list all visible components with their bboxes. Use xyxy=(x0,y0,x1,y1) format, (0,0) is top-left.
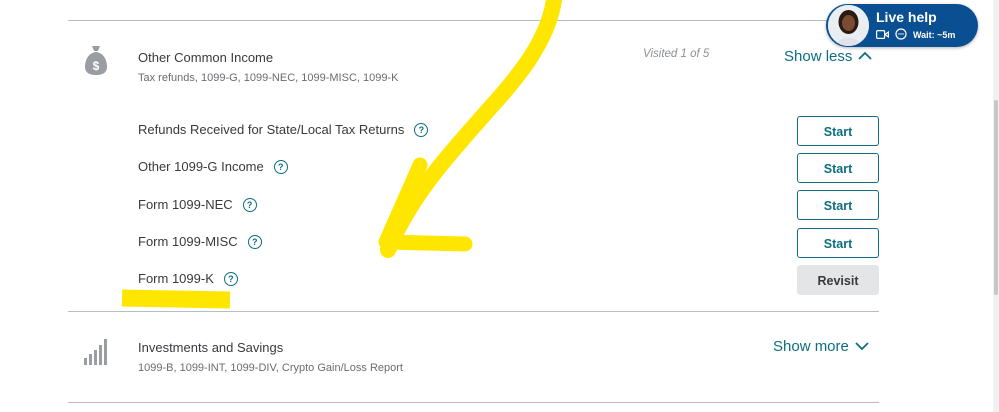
money-bag-icon: $ xyxy=(84,44,108,81)
chat-icon xyxy=(895,28,907,42)
scrollbar[interactable] xyxy=(993,0,999,412)
item-label: Form 1099-K xyxy=(138,271,214,286)
item-label: Other 1099-G Income xyxy=(138,159,264,174)
bottom-divider xyxy=(68,402,879,403)
start-button-1099-g[interactable]: Start xyxy=(797,153,879,183)
item-label: Refunds Received for State/Local Tax Ret… xyxy=(138,122,405,137)
item-label: Form 1099-NEC xyxy=(138,197,233,212)
live-help-wait: Wait: ~5m xyxy=(913,30,956,40)
live-help-title: Live help xyxy=(876,9,937,25)
section-subtitle-investments: 1099-B, 1099-INT, 1099-DIV, Crypto Gain/… xyxy=(138,362,403,374)
show-less-label: Show less xyxy=(784,48,853,65)
section-title-investments: Investments and Savings xyxy=(138,340,284,355)
help-icon[interactable]: ? xyxy=(223,271,238,286)
live-help-widget[interactable]: Live help Wait: ~5m xyxy=(826,4,978,47)
list-item-1099-misc: Form 1099-MISC ? xyxy=(138,234,262,249)
visited-count: Visited 1 of 5 xyxy=(643,48,710,60)
help-icon[interactable]: ? xyxy=(242,197,257,212)
bar-chart-icon xyxy=(83,336,111,371)
annotation-arrow-head xyxy=(378,157,473,252)
help-icon[interactable]: ? xyxy=(273,159,288,174)
list-item-1099-k: Form 1099-K ? xyxy=(138,271,238,286)
show-more-button[interactable]: Show more xyxy=(773,338,869,355)
live-help-status: Wait: ~5m xyxy=(876,28,955,42)
revisit-button-1099-k[interactable]: Revisit xyxy=(797,265,879,295)
svg-text:$: $ xyxy=(93,59,100,73)
section-divider xyxy=(68,311,879,312)
item-label: Form 1099-MISC xyxy=(138,234,238,249)
start-button-1099-nec[interactable]: Start xyxy=(797,190,879,220)
section-subtitle-other-income: Tax refunds, 1099-G, 1099-NEC, 1099-MISC… xyxy=(138,72,399,84)
section-title-other-income: Other Common Income xyxy=(138,50,274,65)
start-button-state-refunds[interactable]: Start xyxy=(797,116,879,146)
help-icon[interactable]: ? xyxy=(247,234,262,249)
scrollbar-thumb[interactable] xyxy=(994,100,998,295)
list-item-state-refunds: Refunds Received for State/Local Tax Ret… xyxy=(138,122,429,137)
annotation-underline xyxy=(121,289,231,309)
show-less-button[interactable]: Show less xyxy=(784,48,873,65)
start-button-1099-misc[interactable]: Start xyxy=(797,228,879,258)
help-icon[interactable]: ? xyxy=(414,122,429,137)
video-icon xyxy=(876,29,889,41)
chevron-up-icon xyxy=(858,48,873,65)
list-item-1099-nec: Form 1099-NEC ? xyxy=(138,197,257,212)
chevron-down-icon xyxy=(855,338,869,355)
agent-avatar xyxy=(828,5,869,46)
top-divider xyxy=(68,20,879,21)
show-more-label: Show more xyxy=(773,338,849,355)
list-item-1099-g: Other 1099-G Income ? xyxy=(138,159,288,174)
